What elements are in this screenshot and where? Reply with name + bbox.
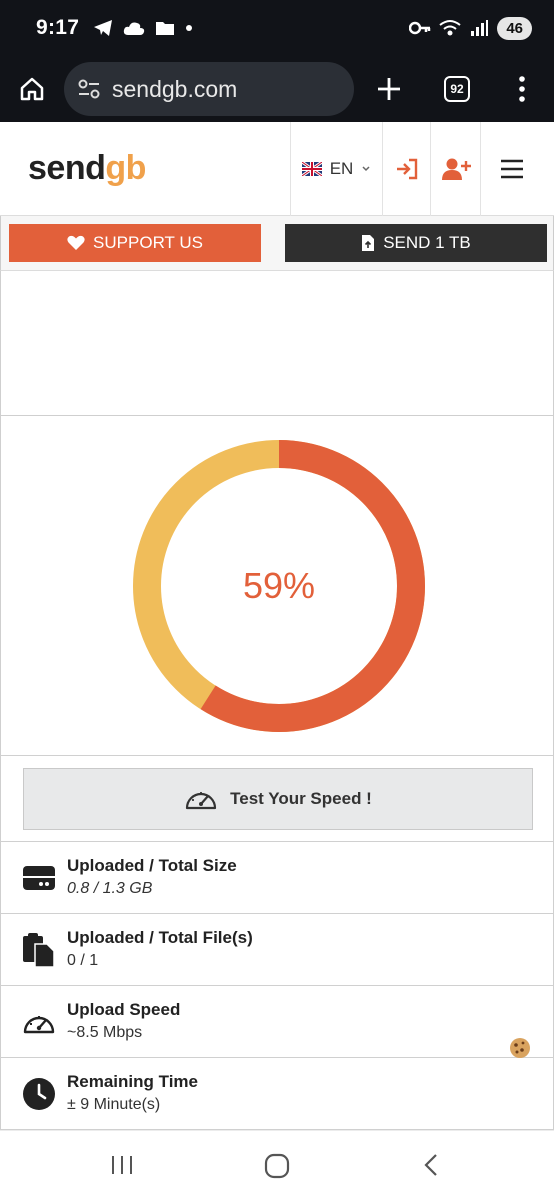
cloud-icon: [124, 22, 145, 35]
cookie-settings-button[interactable]: [508, 1036, 532, 1065]
back-icon: [424, 1154, 437, 1176]
battery-indicator: 46: [497, 16, 532, 40]
cookie-icon: [510, 1038, 530, 1058]
wifi-icon: [439, 20, 461, 36]
files-icon: [21, 932, 57, 968]
language-label: EN: [329, 158, 354, 178]
stat-title: Uploaded / Total File(s): [67, 928, 253, 947]
status-bar: 9:17 46: [0, 0, 554, 56]
home-nav-button[interactable]: [264, 1153, 290, 1184]
stat-value: ~8.5 Mbps: [67, 1024, 143, 1041]
chevron-down-icon: [362, 165, 370, 171]
recent-apps-icon: [112, 1156, 132, 1174]
sendgb-logo[interactable]: send gb: [28, 149, 290, 188]
stat-upload-speed: Upload Speed ~8.5 Mbps: [0, 986, 554, 1058]
user-plus-icon: [441, 158, 471, 180]
stat-remaining-time: Remaining Time ± 9 Minute(s): [0, 1058, 554, 1130]
hamburger-icon: [500, 159, 523, 178]
notification-icons: [93, 19, 193, 37]
send-1tb-button[interactable]: SEND 1 TB: [285, 224, 547, 262]
stat-title: Uploaded / Total Size: [67, 856, 237, 875]
login-button[interactable]: [382, 121, 430, 216]
recent-apps-button[interactable]: [110, 1153, 134, 1182]
signal-icon: [471, 20, 489, 36]
site-header: send gb EN: [0, 121, 554, 216]
send-1tb-label: SEND 1 TB: [383, 233, 471, 252]
home-icon: [20, 77, 44, 101]
tab-count: 92: [444, 76, 470, 102]
stat-total-size: Uploaded / Total Size 0.8 / 1.3 GB: [0, 842, 554, 914]
file-upload-icon: [362, 235, 375, 251]
more-vertical-icon: [519, 76, 525, 102]
clock-icon: [21, 1076, 57, 1112]
speed-test-panel: Test Your Speed !: [0, 756, 554, 842]
home-button[interactable]: [0, 56, 64, 122]
progress-percent: 59%: [242, 565, 316, 606]
support-us-label: SUPPORT US: [93, 233, 203, 252]
speedometer-icon: [186, 792, 217, 810]
hamburger-menu-button[interactable]: [480, 121, 542, 216]
dot-icon: [186, 25, 193, 31]
key-icon: [409, 21, 431, 35]
uk-flag-icon: [301, 161, 322, 176]
action-bar: SUPPORT US SEND 1 TB: [0, 216, 554, 270]
hard-drive-icon: [21, 860, 57, 896]
test-speed-label: Test Your Speed !: [230, 789, 372, 808]
language-selector[interactable]: EN: [290, 121, 382, 216]
stat-total-files: Uploaded / Total File(s) 0 / 1: [0, 914, 554, 986]
new-tab-button[interactable]: [354, 56, 424, 122]
url-text: sendgb.com: [112, 75, 238, 102]
home-circle-icon: [264, 1153, 290, 1179]
back-button[interactable]: [420, 1153, 444, 1182]
heart-icon: [67, 235, 85, 250]
ad-placeholder: [0, 270, 554, 416]
test-speed-button[interactable]: Test Your Speed !: [23, 768, 533, 830]
stat-value: 0.8 / 1.3 GB: [67, 880, 153, 897]
folder-icon: [156, 22, 175, 35]
telegram-icon: [94, 20, 113, 36]
system-navigation-bar: [0, 1130, 554, 1200]
address-bar[interactable]: sendgb.com: [64, 62, 354, 116]
stat-value: 0 / 1: [67, 952, 99, 969]
plus-icon: [378, 78, 400, 100]
sign-in-icon: [396, 158, 417, 179]
support-us-button[interactable]: SUPPORT US: [9, 224, 261, 262]
stat-value: ± 9 Minute(s): [67, 1096, 161, 1113]
logo-text: send: [28, 149, 106, 187]
stat-title: Remaining Time: [67, 1072, 198, 1091]
tab-switcher-button[interactable]: 92: [424, 56, 490, 122]
browser-menu-button[interactable]: [490, 56, 554, 122]
status-time: 9:17: [36, 16, 80, 39]
upload-progress-panel: 59%: [0, 416, 554, 756]
speedometer-icon: [21, 1004, 57, 1040]
logo-accent-text: gb: [105, 149, 146, 187]
register-button[interactable]: [430, 121, 480, 216]
browser-toolbar: sendgb.com 92: [0, 56, 554, 122]
stat-title: Upload Speed: [67, 1000, 181, 1019]
site-settings-icon: [78, 79, 100, 99]
